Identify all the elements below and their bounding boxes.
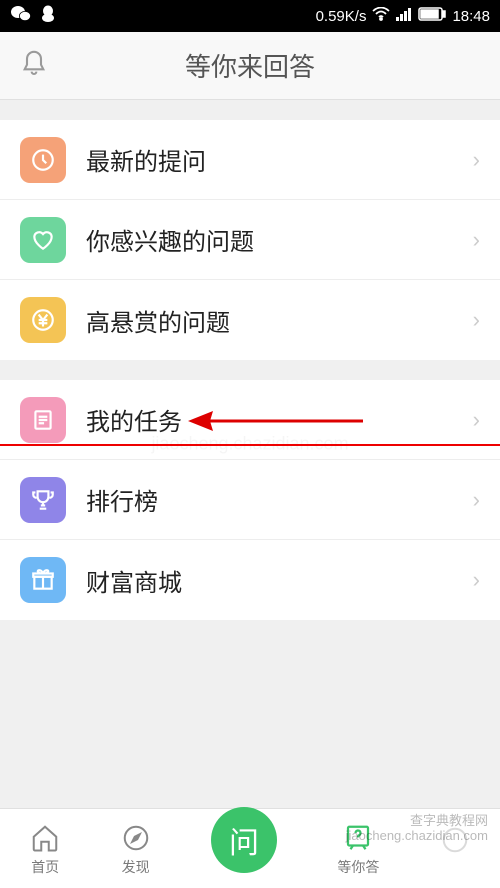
gift-icon [20,557,66,603]
clock-icon [20,137,66,183]
list-icon [20,397,66,443]
menu-label: 你感兴趣的问题 [86,222,473,257]
nav-label: 首页 [31,857,59,877]
menu-label: 最新的提问 [86,142,473,177]
ask-label: 问 [229,818,259,862]
nav-answer[interactable]: 等你答 [337,821,379,877]
more-icon [440,823,470,857]
network-speed: 0.59K/s [316,8,367,25]
signal-icon [396,7,412,25]
nav-discover[interactable]: 发现 [121,821,151,877]
chevron-right-icon: › [473,307,480,333]
heart-icon [20,217,66,263]
menu-item-mall[interactable]: 财富商城 › [0,540,500,620]
status-time: 18:48 [452,8,490,25]
chevron-right-icon: › [473,567,480,593]
chevron-right-icon: › [473,227,480,253]
nav-more[interactable] [440,823,470,875]
menu-item-latest[interactable]: 最新的提问 › [0,120,500,200]
nav-label [453,859,457,875]
menu-item-tasks[interactable]: 我的任务 › [0,380,500,460]
nav-label: 等你答 [337,857,379,877]
question-box-icon [343,821,373,855]
nav-label: 发现 [122,857,150,877]
page-header: 等你来回答 [0,32,500,100]
nav-ask-button[interactable]: 问 [211,807,277,873]
status-bar: 0.59K/s 18:48 [0,0,500,32]
home-icon [30,821,60,855]
menu-label: 财富商城 [86,563,473,598]
qq-icon [40,5,56,27]
chevron-right-icon: › [473,147,480,173]
page-title: 等你来回答 [185,47,315,84]
nav-home[interactable]: 首页 [30,821,60,877]
chevron-right-icon: › [473,487,480,513]
menu-group-1: 最新的提问 › 你感兴趣的问题 › 高悬赏的问题 › [0,120,500,360]
menu-group-2: 我的任务 › 排行榜 › 财富商城 › [0,380,500,620]
notification-bell-icon[interactable] [20,49,48,82]
yen-icon [20,297,66,343]
battery-icon [418,7,446,25]
compass-icon [121,821,151,855]
chevron-right-icon: › [473,407,480,433]
menu-item-interested[interactable]: 你感兴趣的问题 › [0,200,500,280]
menu-item-ranking[interactable]: 排行榜 › [0,460,500,540]
menu-label: 我的任务 [86,402,473,437]
bottom-nav: 首页 发现 问 等你答 [0,808,500,888]
menu-label: 高悬赏的问题 [86,303,473,338]
wifi-icon [372,7,390,25]
menu-item-bounty[interactable]: 高悬赏的问题 › [0,280,500,360]
trophy-icon [20,477,66,523]
wechat-icon [10,5,32,27]
menu-label: 排行榜 [86,482,473,517]
